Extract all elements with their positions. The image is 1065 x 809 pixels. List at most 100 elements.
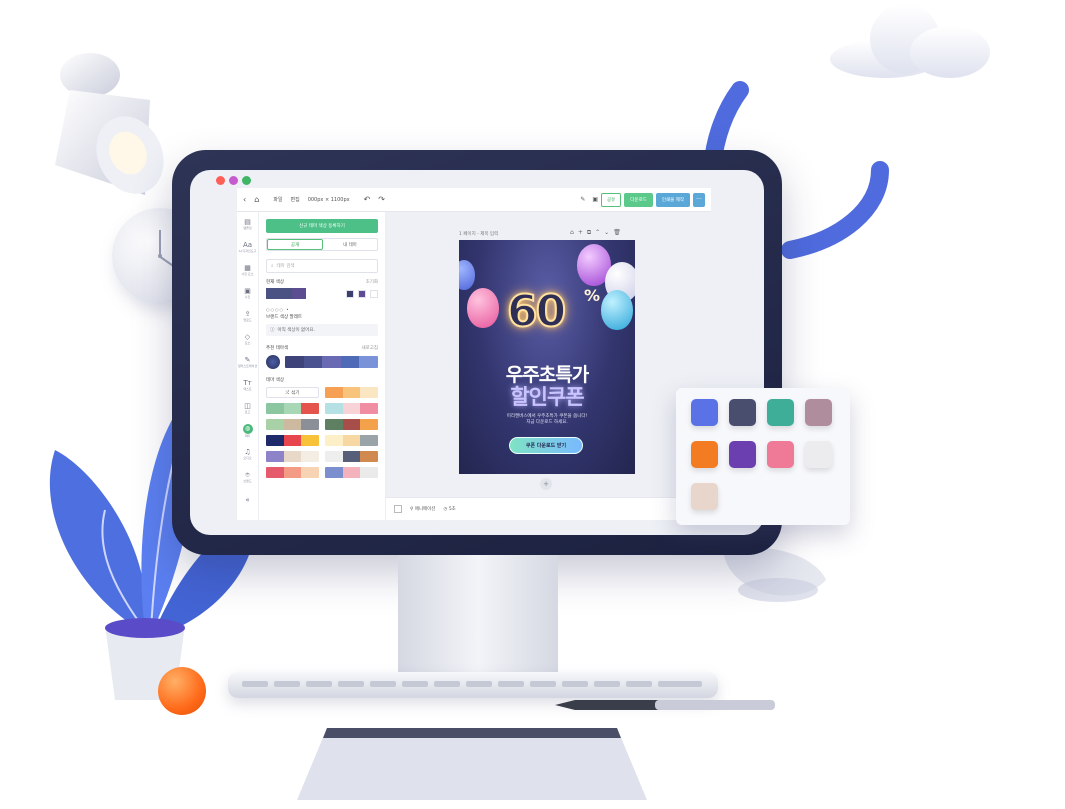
current-color-swatch[interactable] xyxy=(266,288,292,299)
close-dot[interactable] xyxy=(216,176,225,185)
maximize-dot[interactable] xyxy=(242,176,251,185)
color-square[interactable] xyxy=(346,289,354,298)
palette-color-chip[interactable] xyxy=(691,483,718,510)
download-button[interactable]: 다운로드 xyxy=(624,192,653,207)
rail-item-label: 테마 xyxy=(244,433,251,438)
palette-swatch xyxy=(283,467,302,478)
theme-palette[interactable] xyxy=(325,435,378,446)
tab-my-theme[interactable]: 내 테마 xyxy=(323,239,377,250)
palette-swatch xyxy=(325,435,343,446)
animation-control[interactable]: ⚲ 애니메이션 xyxy=(410,506,435,512)
palette-swatch xyxy=(301,419,319,430)
timer-label: 5초 xyxy=(448,507,456,512)
current-colors xyxy=(266,288,378,299)
color-square[interactable] xyxy=(358,289,366,298)
rail-item-label: 템플릿 xyxy=(243,225,252,230)
theme-palette[interactable] xyxy=(266,451,319,462)
palette-color-chip[interactable] xyxy=(729,441,756,468)
search-placeholder: 테마 검색 xyxy=(276,264,295,269)
palette-dots: ○○○○ • xyxy=(266,307,290,312)
redo-icon[interactable]: ↷ xyxy=(378,195,385,204)
move-down-icon[interactable]: ⌄ xyxy=(604,229,609,237)
theme-palette[interactable] xyxy=(325,451,378,462)
palette-color-chip[interactable] xyxy=(729,399,756,426)
palette-swatch xyxy=(325,451,343,462)
page-title[interactable]: 1 페이지 - 제목 입력 xyxy=(459,231,498,237)
frame-icon[interactable]: ⌂ xyxy=(570,229,574,237)
chevron-left-icon[interactable]: ‹ xyxy=(243,195,246,204)
palette-swatch xyxy=(325,387,343,398)
theme-search-input[interactable]: ⌕ 테마 검색 xyxy=(266,259,378,273)
shuffle-button[interactable]: ⤮ 섞기 xyxy=(266,387,319,398)
palette-color-chip[interactable] xyxy=(691,441,718,468)
print-order-button[interactable]: 인쇄물 제작 xyxy=(655,192,690,207)
theme-panel: 신규 테마 색상 등록하기 공개 내 테마 ⌕ 테마 검색 현재 색상 초기화 … xyxy=(259,212,386,520)
palette-swatch xyxy=(342,467,361,478)
rail-item-요소[interactable]: ◇ 요소 xyxy=(237,327,258,350)
pencil-icon[interactable]: ✎ xyxy=(580,196,585,203)
rail-item-브랜드[interactable]: ⌾ 브랜드 xyxy=(237,465,258,488)
theme-palette[interactable] xyxy=(325,387,378,398)
undo-icon[interactable]: ↶ xyxy=(364,195,371,204)
palette-swatch xyxy=(342,403,361,414)
theme-palette[interactable] xyxy=(325,467,378,478)
page-tools: ⌂ + ⧉ ⌃ ⌄ 🗑 xyxy=(570,229,621,237)
new-theme-button[interactable]: 신규 테마 색상 등록하기 xyxy=(266,219,378,233)
minimize-dot[interactable] xyxy=(229,176,238,185)
editor-app: ‹ ⌂ 파일 편집 000px × 1100px ↶ ↷ ✎ ▣ 공유 다운로드… xyxy=(237,188,711,520)
move-up-icon[interactable]: ⌃ xyxy=(595,229,600,237)
palette-color-chip[interactable] xyxy=(805,441,832,468)
copy-icon[interactable]: ⧉ xyxy=(587,229,591,237)
recommend-palette[interactable] xyxy=(266,355,378,369)
palette-swatch xyxy=(283,451,302,462)
palette-color-chip[interactable] xyxy=(767,441,794,468)
palette-color-chip[interactable] xyxy=(767,399,794,426)
more-button[interactable]: ··· xyxy=(693,192,705,207)
palette-color-chip[interactable] xyxy=(691,399,718,426)
timer-control[interactable]: ◷ 5초 xyxy=(443,506,455,512)
theme-palette[interactable] xyxy=(266,467,319,478)
rail-item-AI 디자인도구[interactable]: Aa AI 디자인도구 xyxy=(237,235,258,258)
theme-palette[interactable] xyxy=(266,435,319,446)
bottom-toolbar: ⚲ 애니메이션 ◷ 5초 ⌄ 58 % xyxy=(386,497,711,520)
top-toolbar: ‹ ⌂ 파일 편집 000px × 1100px ↶ ↷ ✎ ▣ 공유 다운로드… xyxy=(237,188,711,212)
window-controls xyxy=(216,176,251,185)
poster-title-line2: 할인쿠폰 xyxy=(510,385,584,409)
theme-palette[interactable] xyxy=(325,419,378,430)
theme-palette[interactable] xyxy=(266,419,319,430)
current-color-swatch[interactable] xyxy=(306,288,320,299)
rail-item-업로드[interactable]: ⇪ 업로드 xyxy=(237,304,258,327)
color-square[interactable] xyxy=(370,289,378,298)
rail-item-label: 일러스트레이션 xyxy=(237,363,258,368)
rail-item-사진 요소[interactable]: ▦ 사진 요소 xyxy=(237,258,258,281)
home-icon[interactable]: ⌂ xyxy=(254,195,259,204)
palette-swatch xyxy=(360,419,378,430)
current-color-swatch[interactable] xyxy=(292,288,306,299)
menu-file[interactable]: 파일 xyxy=(273,196,282,203)
tab-public[interactable]: 공개 xyxy=(267,239,323,250)
rail-item-collapse[interactable]: « xyxy=(237,488,258,511)
canvas-size-select[interactable]: 000px × 1100px xyxy=(308,197,350,203)
rail-item-테마[interactable]: ◍ 테마 xyxy=(237,419,258,442)
add-page-button[interactable]: + xyxy=(540,478,552,490)
rail-item-템플릿[interactable]: ▤ 템플릿 xyxy=(237,212,258,235)
palette-color-chip[interactable] xyxy=(805,399,832,426)
add-icon[interactable]: + xyxy=(578,229,583,237)
share-button[interactable]: 공유 xyxy=(601,192,622,207)
save-icon[interactable]: ▣ xyxy=(592,196,598,203)
reset-link[interactable]: 초기화 xyxy=(366,279,378,285)
theme-palette[interactable] xyxy=(266,403,319,414)
menu-edit[interactable]: 편집 xyxy=(290,196,299,203)
rail-item-사진[interactable]: ▣ 사진 xyxy=(237,281,258,304)
refresh-link[interactable]: 새로고침 xyxy=(361,345,378,351)
recommend-swatch xyxy=(322,356,341,368)
rail-item-오디오[interactable]: ♫ 오디오 xyxy=(237,442,258,465)
rail-item-텍스트[interactable]: Tт 텍스트 xyxy=(237,373,258,396)
rail-item-일러스트레이션[interactable]: ✎ 일러스트레이션 xyxy=(237,350,258,373)
trash-icon[interactable]: 🗑 xyxy=(613,229,621,237)
rail-item-로고[interactable]: ◫ 로고 xyxy=(237,396,258,419)
theme-palette[interactable] xyxy=(325,403,378,414)
page-thumb-icon[interactable] xyxy=(394,505,402,513)
palette-swatch xyxy=(360,387,378,398)
poster-design[interactable]: 60 % 우주초특가 할인쿠폰 미리캔버스에서 우주초특가 쿠폰을 쏩니다! 지… xyxy=(459,240,635,474)
